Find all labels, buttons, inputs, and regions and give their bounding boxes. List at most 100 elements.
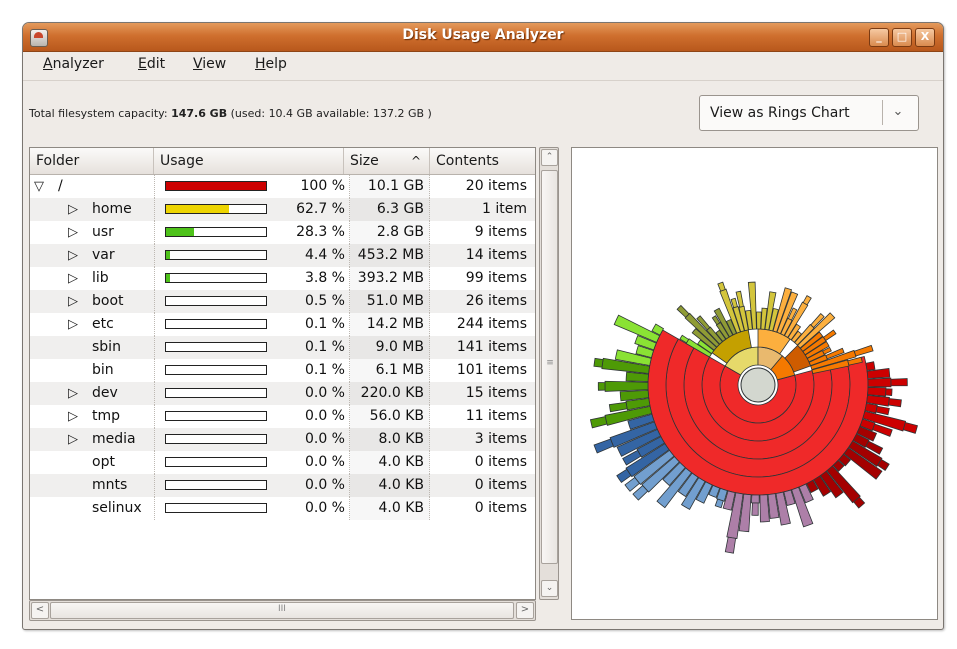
- horizontal-scroll-thumb[interactable]: III: [50, 602, 514, 619]
- folder-subsector[interactable]: [589, 416, 608, 429]
- column-contents[interactable]: Contents: [430, 148, 535, 174]
- view-mode-select[interactable]: View as Rings Chart ⌄: [699, 95, 919, 131]
- capacity-used-label: (used:: [230, 107, 266, 120]
- tree-row[interactable]: ▷ usr 28.3 % 2.8 GB 9 items: [30, 221, 535, 244]
- folder-subsector[interactable]: [902, 422, 918, 434]
- tree-row[interactable]: ▷ etc 0.1 % 14.2 MB 244 items: [30, 313, 535, 336]
- collapsed-triangle-icon[interactable]: ▷: [68, 382, 78, 405]
- scroll-left-button[interactable]: <: [31, 602, 49, 619]
- menu-analyzer[interactable]: Analyzer: [43, 56, 104, 72]
- scroll-right-button[interactable]: >: [516, 602, 534, 619]
- contents-cell: 14 items: [465, 247, 527, 263]
- expanded-triangle-icon[interactable]: ▽: [34, 175, 44, 198]
- vertical-scrollbar[interactable]: ⌃ ≡ ⌄: [539, 147, 559, 600]
- capacity-prefix: Total filesystem capacity:: [29, 107, 168, 120]
- horizontal-scrollbar[interactable]: < III >: [29, 600, 536, 621]
- tree-row[interactable]: ▽/100 % 10.1 GB 20 items: [30, 175, 535, 198]
- root-center[interactable]: [740, 367, 776, 403]
- folder-subsector[interactable]: [751, 502, 759, 516]
- tree-row[interactable]: ▷ home 62.7 % 6.3 GB 1 item: [30, 198, 535, 221]
- folder-subsector[interactable]: [593, 357, 604, 368]
- menu-help-label: elp: [265, 56, 287, 72]
- folder-subsector[interactable]: [676, 304, 690, 318]
- folder-subsector[interactable]: [597, 382, 606, 391]
- tree-row[interactable]: opt 0.0 % 4.0 KB 0 items: [30, 451, 535, 474]
- contents-cell: 3 items: [474, 431, 527, 447]
- folder-subsector[interactable]: [608, 401, 628, 413]
- chevron-down-icon[interactable]: ⌄: [888, 104, 908, 119]
- collapsed-triangle-icon[interactable]: ▷: [68, 267, 78, 290]
- menu-edit[interactable]: Edit: [138, 56, 165, 72]
- folder-subsector[interactable]: [890, 378, 908, 387]
- collapsed-triangle-icon[interactable]: ▷: [68, 405, 78, 428]
- usage-percent: 0.1 %: [304, 339, 345, 355]
- folder-subsector[interactable]: [888, 398, 902, 408]
- folder-cell: ▷ var: [30, 244, 154, 267]
- usage-cell: 4.4 %: [154, 244, 350, 267]
- tree-row[interactable]: ▷ media 0.0 % 8.0 KB 3 items: [30, 428, 535, 451]
- folder-subsector[interactable]: [802, 295, 812, 306]
- folder-subsector[interactable]: [822, 329, 837, 342]
- tree-row[interactable]: ▷ boot 0.5 % 51.0 MB 26 items: [30, 290, 535, 313]
- tree-row[interactable]: bin 0.1 % 6.1 MB 101 items: [30, 359, 535, 382]
- collapsed-triangle-icon[interactable]: ▷: [68, 221, 78, 244]
- usage-cell: 62.7 %: [154, 198, 350, 221]
- usage-cell: 0.0 %: [154, 474, 350, 497]
- menu-view[interactable]: View: [193, 56, 226, 72]
- tree-row[interactable]: sbin 0.1 % 9.0 MB 141 items: [30, 336, 535, 359]
- folder-name: opt: [92, 454, 115, 470]
- menu-edit-label: dit: [146, 56, 166, 72]
- menu-help[interactable]: Help: [255, 56, 287, 72]
- close-button[interactable]: X: [915, 28, 935, 47]
- size-cell: 6.3 GB: [350, 198, 430, 221]
- collapsed-triangle-icon[interactable]: ▷: [68, 244, 78, 267]
- size-cell: 4.0 KB: [350, 474, 430, 497]
- folder-cell: sbin: [30, 336, 154, 359]
- contents-cell: 1 item: [482, 201, 527, 217]
- tree-row[interactable]: mnts 0.0 % 4.0 KB 0 items: [30, 474, 535, 497]
- usage-bar: [165, 250, 267, 260]
- rings-chart[interactable]: [572, 148, 937, 619]
- folder-sector[interactable]: [865, 361, 876, 371]
- minimize-button[interactable]: _: [869, 28, 889, 47]
- folder-sector[interactable]: [867, 386, 887, 397]
- collapsed-triangle-icon[interactable]: ▷: [68, 313, 78, 336]
- folder-subsector[interactable]: [885, 388, 893, 396]
- collapsed-triangle-icon[interactable]: ▷: [68, 428, 78, 451]
- title-bar[interactable]: Disk Usage Analyzer _ □ X: [23, 23, 943, 52]
- folder-sector[interactable]: [756, 311, 762, 330]
- folder-cell: ▷ boot: [30, 290, 154, 313]
- folder-subsector[interactable]: [593, 438, 614, 454]
- folder-tree[interactable]: Folder Usage Size ^ Contents ▽/100 % 10.1 …: [29, 147, 536, 600]
- column-folder[interactable]: Folder: [30, 148, 154, 174]
- folder-subsector[interactable]: [717, 281, 726, 292]
- folder-sector[interactable]: [867, 377, 892, 388]
- horizontal-grip: III: [278, 604, 286, 614]
- folder-subsector[interactable]: [724, 536, 737, 554]
- maximize-button[interactable]: □: [892, 28, 912, 47]
- sort-ascending-icon: ^: [410, 154, 421, 168]
- folder-name: mnts: [92, 477, 128, 493]
- vertical-scroll-thumb[interactable]: ≡: [541, 170, 558, 564]
- folder-sector[interactable]: [604, 380, 649, 392]
- tree-row[interactable]: selinux 0.0 % 4.0 KB 0 items: [30, 497, 535, 520]
- folder-subsector[interactable]: [875, 405, 890, 416]
- capacity-suffix: ): [427, 107, 432, 120]
- tree-row[interactable]: ▷ tmp 0.0 % 56.0 KB 11 items: [30, 405, 535, 428]
- folder-cell: ▷ lib: [30, 267, 154, 290]
- collapsed-triangle-icon[interactable]: ▷: [68, 198, 78, 221]
- folder-subsector[interactable]: [853, 344, 874, 357]
- usage-percent: 0.0 %: [304, 454, 345, 470]
- column-size[interactable]: Size ^: [344, 148, 430, 174]
- scroll-up-button[interactable]: ⌃: [541, 149, 558, 166]
- folder-name: sbin: [92, 339, 121, 355]
- folder-subsector[interactable]: [714, 498, 724, 509]
- scroll-down-button[interactable]: ⌄: [541, 580, 558, 597]
- folder-sector[interactable]: [750, 494, 760, 504]
- tree-row[interactable]: ▷ lib 3.8 % 393.2 MB 99 items: [30, 267, 535, 290]
- column-usage[interactable]: Usage: [154, 148, 344, 174]
- rings-chart-panel[interactable]: [571, 147, 938, 620]
- tree-row[interactable]: ▷ dev 0.0 % 220.0 KB 15 items: [30, 382, 535, 405]
- collapsed-triangle-icon[interactable]: ▷: [68, 290, 78, 313]
- tree-row[interactable]: ▷ var 4.4 % 453.2 MB 14 items: [30, 244, 535, 267]
